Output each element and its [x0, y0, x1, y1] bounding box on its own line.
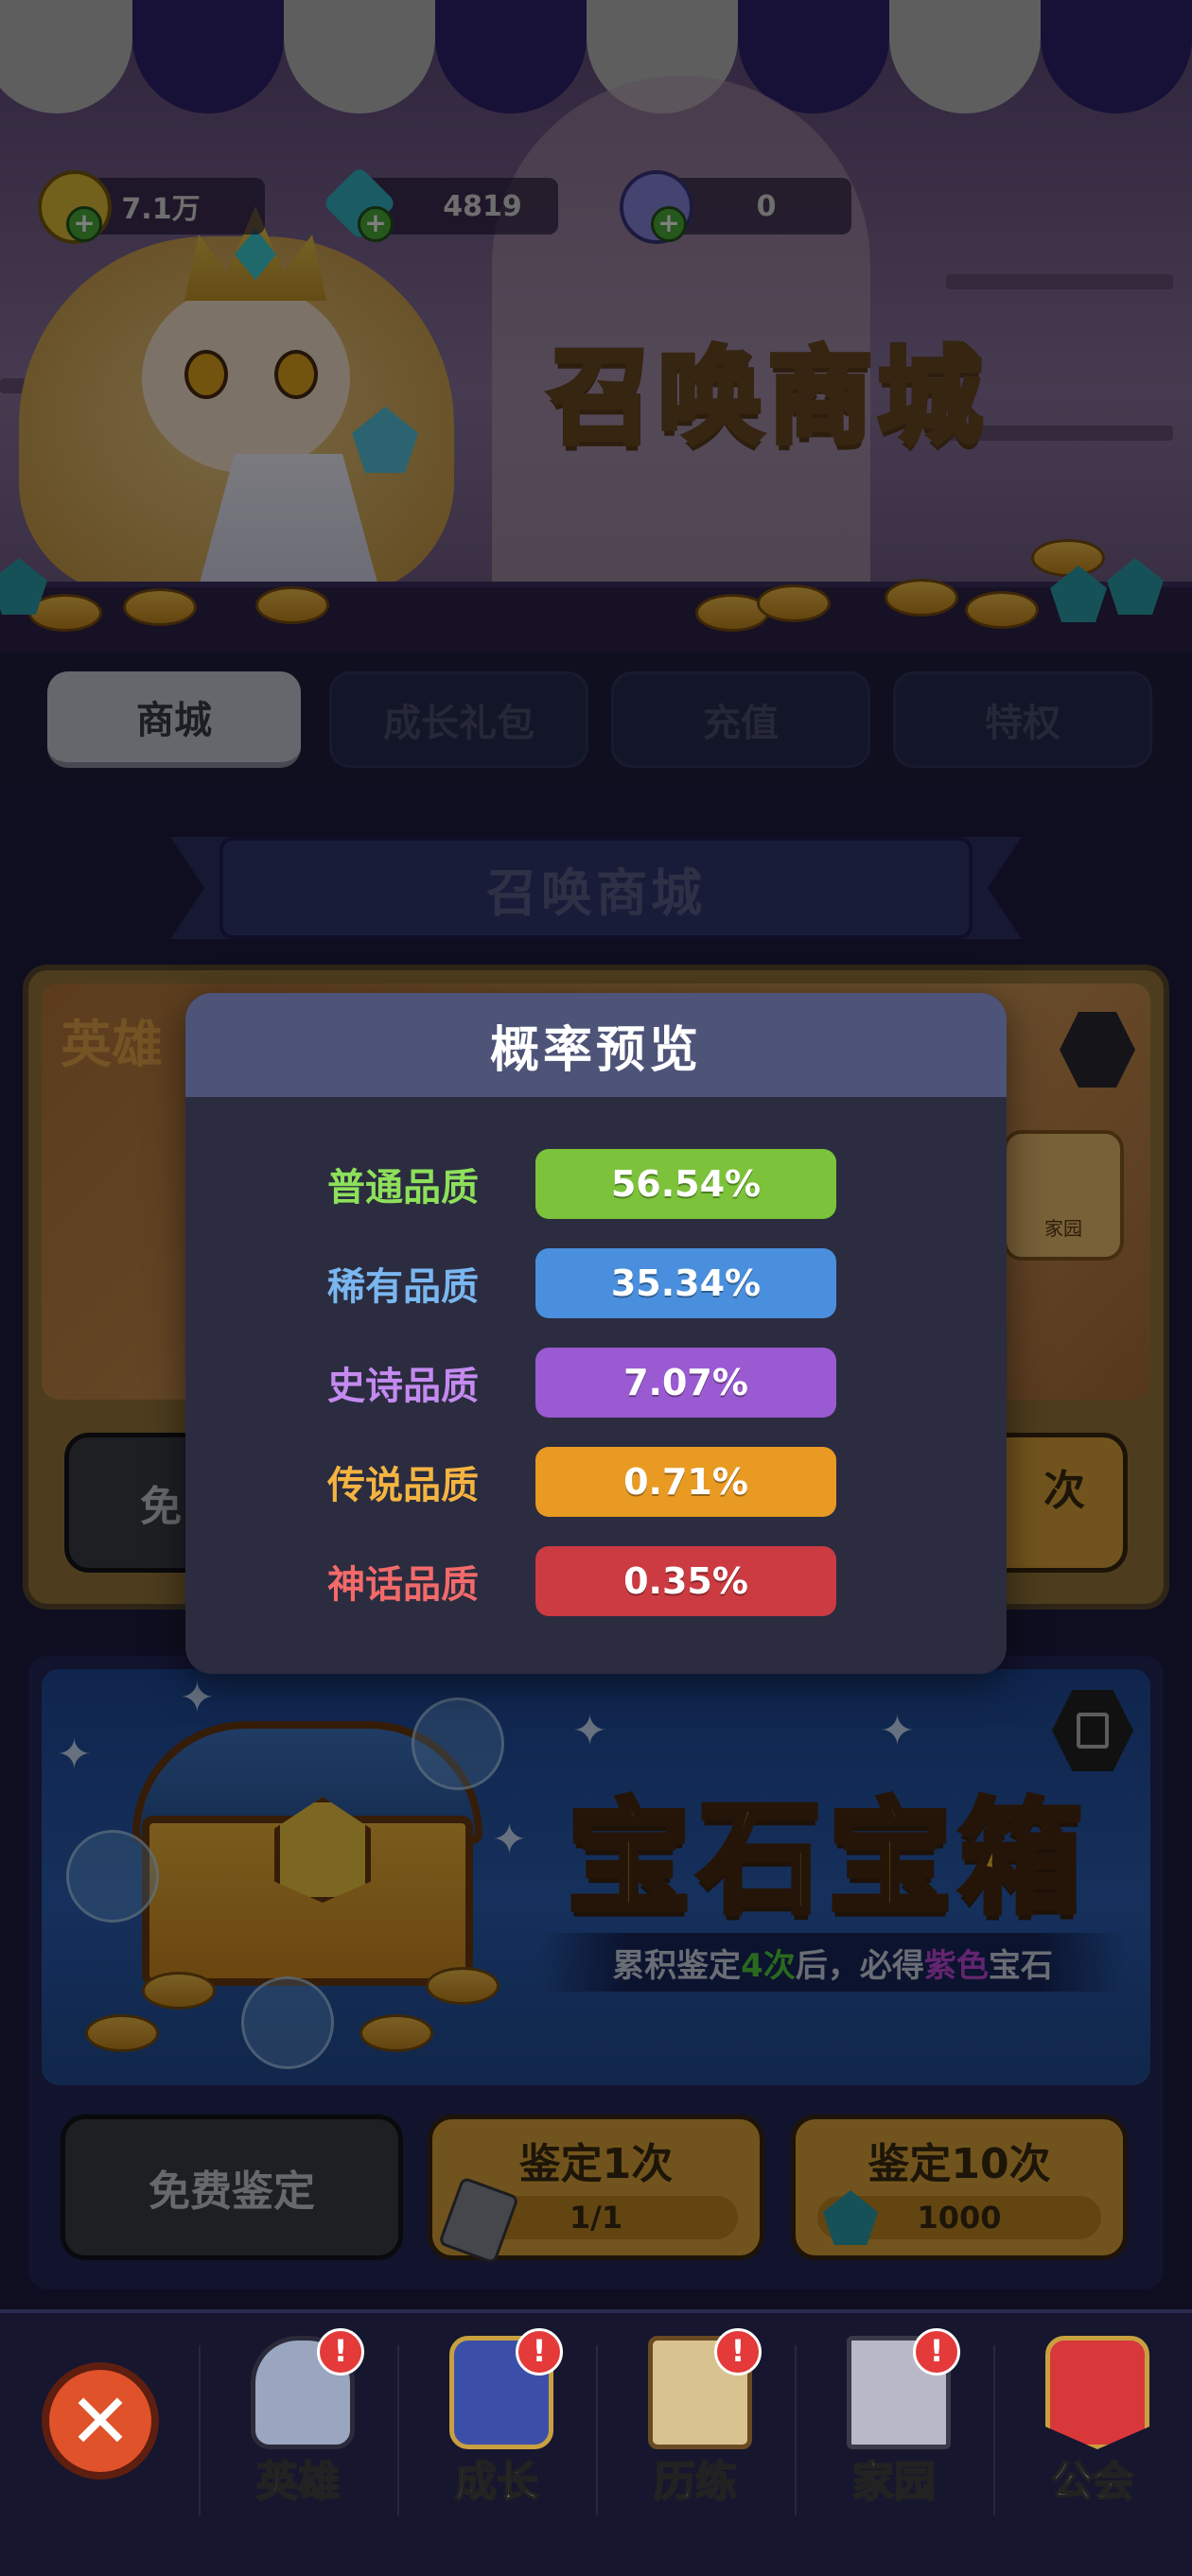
- rate-label-common: 普通品质: [327, 1166, 479, 1210]
- nav-divider: [993, 2345, 995, 2515]
- nav-item-training[interactable]: ! 历练: [610, 2328, 780, 2525]
- nav-label-growth: 成长: [454, 2457, 539, 2507]
- nav-item-growth[interactable]: ! 成长: [412, 2328, 582, 2525]
- nav-divider: [596, 2345, 598, 2515]
- nav-label-training: 历练: [653, 2457, 738, 2507]
- rate-row-common: 普通品质 56.54%: [185, 1149, 1007, 1219]
- rate-row-legendary: 传说品质 0.71%: [185, 1447, 1007, 1517]
- alert-badge: !: [317, 2328, 364, 2376]
- nav-label-heroes: 英雄: [255, 2457, 341, 2507]
- nav-item-guild[interactable]: 公会: [1008, 2336, 1178, 2525]
- nav-divider: [199, 2345, 201, 2515]
- rate-label-legendary: 传说品质: [327, 1464, 479, 1507]
- rate-label-mythic: 神话品质: [327, 1563, 479, 1607]
- probability-preview-modal: 概率预览 普通品质 56.54% 稀有品质 35.34% 史诗品质 7.07% …: [185, 993, 1007, 1674]
- rate-row-rare: 稀有品质 35.34%: [185, 1248, 1007, 1318]
- rate-value-common: 56.54%: [535, 1149, 836, 1219]
- rate-value-rare: 35.34%: [535, 1248, 836, 1318]
- rate-value-mythic: 0.35%: [535, 1546, 836, 1616]
- guild-banner-icon: [1045, 2336, 1149, 2449]
- close-icon[interactable]: ✕: [42, 2362, 159, 2480]
- rate-row-epic: 史诗品质 7.07%: [185, 1348, 1007, 1418]
- nav-item-heroes[interactable]: ! 英雄: [213, 2328, 383, 2525]
- modal-title: 概率预览: [185, 993, 1007, 1097]
- alert-badge: !: [516, 2328, 563, 2376]
- nav-label-home: 家园: [851, 2457, 937, 2507]
- alert-badge: !: [913, 2328, 960, 2376]
- rate-value-legendary: 0.71%: [535, 1447, 836, 1517]
- nav-divider: [397, 2345, 399, 2515]
- nav-divider: [795, 2345, 797, 2515]
- rate-label-epic: 史诗品质: [327, 1365, 479, 1408]
- rate-row-mythic: 神话品质 0.35%: [185, 1546, 1007, 1616]
- nav-item-home[interactable]: ! 家园: [809, 2328, 979, 2525]
- nav-label-guild: 公会: [1050, 2457, 1135, 2507]
- rate-value-epic: 7.07%: [535, 1348, 836, 1418]
- rate-label-rare: 稀有品质: [327, 1265, 479, 1309]
- alert-badge: !: [714, 2328, 762, 2376]
